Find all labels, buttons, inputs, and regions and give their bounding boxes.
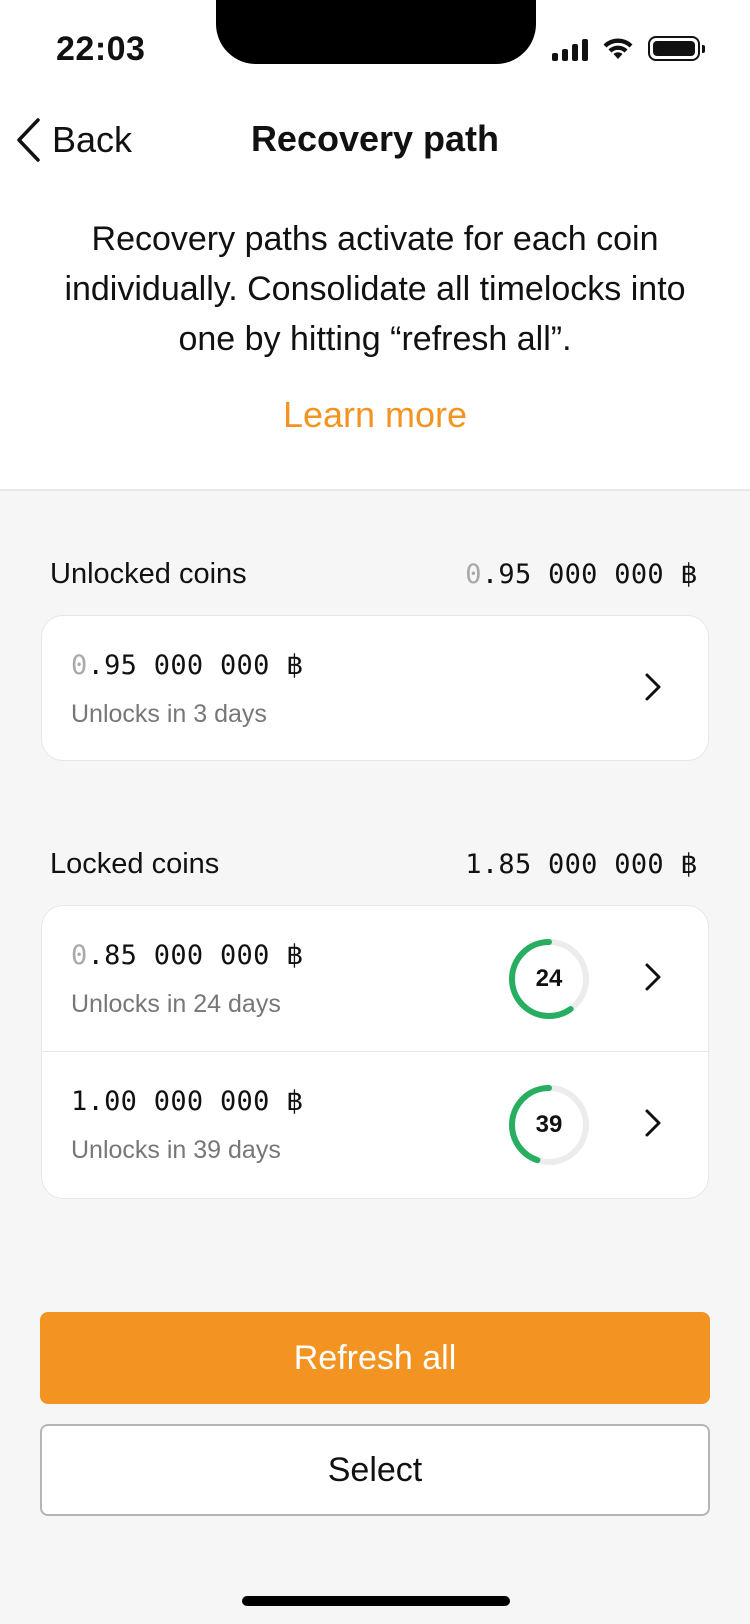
device-notch xyxy=(216,0,536,64)
timelock-progress-ring: 24 xyxy=(508,938,590,1020)
wifi-icon xyxy=(603,37,633,59)
unlocked-section-header: Unlocked coins 0.95 000 000 ฿ xyxy=(50,554,698,594)
coin-amount: 0.85 000 000 ฿ xyxy=(71,940,304,971)
page-title: Recovery path xyxy=(250,118,500,159)
coin-unlock-subtitle: Unlocks in 3 days xyxy=(71,700,267,728)
home-indicator xyxy=(242,1596,510,1606)
description-text: Recovery paths activate for each coin in… xyxy=(64,220,686,358)
learn-more-link[interactable]: Learn more xyxy=(0,394,750,436)
battery-icon xyxy=(648,36,705,61)
coin-row-locked-1[interactable]: 0.85 000 000 ฿ Unlocks in 24 days 24 xyxy=(42,906,708,1051)
cellular-signal-icon xyxy=(552,37,588,61)
coin-amount: 1.00 000 000 ฿ xyxy=(71,1086,304,1117)
coin-unlock-subtitle: Unlocks in 24 days xyxy=(71,990,281,1018)
status-icons xyxy=(552,36,705,61)
chevron-right-icon xyxy=(645,1109,661,1137)
coin-unlock-subtitle: Unlocks in 39 days xyxy=(71,1136,281,1164)
status-time: 22:03 xyxy=(56,30,146,68)
locked-section-header: Locked coins 1.85 000 000 ฿ xyxy=(50,844,698,884)
chevron-right-icon xyxy=(645,673,661,701)
locked-title: Locked coins xyxy=(50,847,220,880)
timelock-progress-ring: 39 xyxy=(508,1084,590,1166)
unlocked-coins-card: 0.95 000 000 ฿ Unlocks in 3 days xyxy=(41,615,709,761)
coin-row-locked-2[interactable]: 1.00 000 000 ฿ Unlocks in 39 days 39 xyxy=(42,1051,708,1196)
locked-coins-card: 0.85 000 000 ฿ Unlocks in 24 days 24 1.0… xyxy=(41,905,709,1199)
coin-amount: 0.95 000 000 ฿ xyxy=(71,650,304,681)
select-button[interactable]: Select xyxy=(40,1424,710,1516)
timelock-days: 24 xyxy=(535,965,563,992)
refresh-all-button[interactable]: Refresh all xyxy=(40,1312,710,1404)
unlocked-title: Unlocked coins xyxy=(50,557,247,590)
unlocked-total: 0.95 000 000 ฿ xyxy=(465,558,698,590)
locked-total: 1.85 000 000 ฿ xyxy=(465,848,698,880)
timelock-days: 39 xyxy=(535,1111,563,1138)
chevron-right-icon xyxy=(645,963,661,991)
coin-row-unlocked-1[interactable]: 0.95 000 000 ฿ Unlocks in 3 days xyxy=(42,616,708,760)
